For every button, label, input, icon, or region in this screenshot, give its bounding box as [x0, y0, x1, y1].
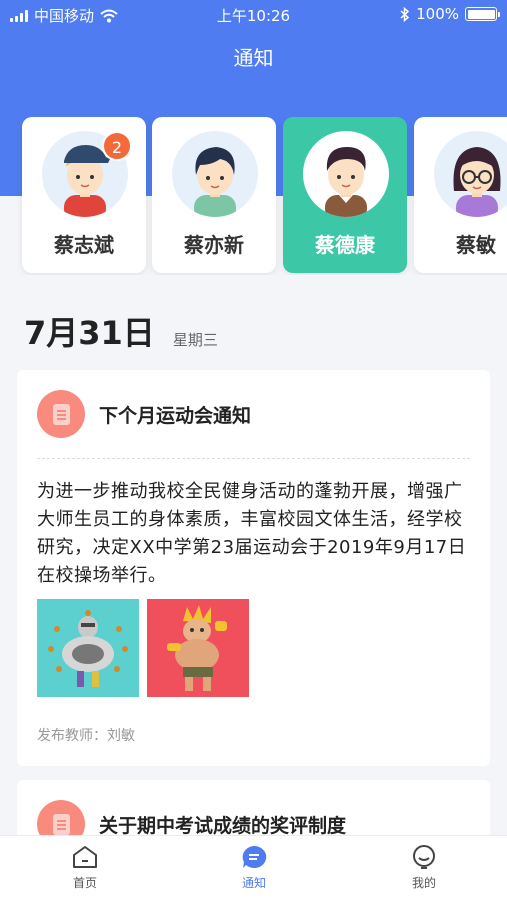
contact-name: 蔡敏: [456, 233, 496, 257]
status-bar: 中国移动 上午10:26 100%: [0, 0, 507, 28]
document-icon: [37, 390, 85, 438]
battery-percentage: 100%: [416, 5, 459, 23]
contact-card-caizhibin[interactable]: 2 蔡志斌: [22, 117, 146, 273]
notice-body: 为进一步推动我校全民健身活动的蓬勃开展，增强广大师生员工的身体素质，丰富校园文体…: [37, 481, 467, 586]
notice-card[interactable]: 关于期中考试成绩的奖评制度: [17, 780, 490, 840]
battery-icon: [465, 7, 500, 21]
publisher-label: 发布教师：刘敏: [37, 728, 135, 744]
contact-name: 蔡德康: [315, 233, 375, 257]
contact-card-caidekang[interactable]: 蔡德康: [283, 117, 407, 273]
date-day: 7月31日: [24, 314, 155, 352]
page-title: 通知: [233, 46, 274, 70]
tab-label: 通知: [241, 876, 266, 890]
bottom-tab-bar: 首页 通知 我的: [0, 835, 507, 900]
message-icon: [242, 845, 267, 868]
tab-label: 我的: [411, 876, 436, 890]
contact-card-caiyixin[interactable]: 蔡亦新: [152, 117, 276, 273]
bluetooth-icon: [400, 6, 410, 22]
contact-name: 蔡亦新: [184, 233, 244, 257]
status-right: 100%: [400, 5, 500, 23]
notice-title: 下个月运动会通知: [99, 404, 252, 427]
profile-icon: [413, 845, 435, 869]
tab-label: 首页: [72, 876, 97, 890]
date-header: 7月31日 星期三: [24, 308, 218, 354]
avatar: [172, 131, 258, 217]
contact-name: 蔡志斌: [54, 233, 114, 257]
document-icon: [37, 800, 85, 840]
contact-list[interactable]: 2 蔡志斌 蔡亦新 蔡德康 蔡敏: [0, 117, 507, 275]
notice-header: 关于期中考试成绩的奖评制度: [37, 800, 346, 840]
notice-image-thumbnail[interactable]: [147, 599, 249, 697]
avatar: [434, 131, 507, 217]
notice-card[interactable]: 下个月运动会通知 为进一步推动我校全民健身活动的蓬勃开展，增强广大师生员工的身体…: [17, 370, 490, 766]
divider: [37, 458, 470, 459]
home-icon: [73, 846, 97, 868]
tab-notification[interactable]: 通知: [214, 844, 294, 891]
notice-title: 关于期中考试成绩的奖评制度: [99, 814, 347, 837]
notice-header: 下个月运动会通知: [37, 390, 251, 438]
notice-image-thumbnail[interactable]: [37, 599, 139, 697]
date-weekday: 星期三: [172, 331, 218, 349]
tab-home[interactable]: 首页: [45, 844, 125, 891]
unread-count-badge: 2: [102, 131, 132, 161]
avatar: [303, 131, 389, 217]
contact-card-caimin[interactable]: 蔡敏: [414, 117, 507, 273]
tab-profile[interactable]: 我的: [384, 844, 464, 891]
